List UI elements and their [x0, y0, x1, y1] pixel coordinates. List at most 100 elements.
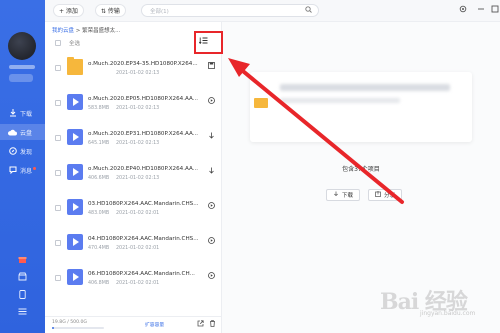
file-size: 470.4MB [88, 246, 110, 251]
list-item[interactable]: o.Much.2020.EP40.HD1080P.X264.AA... 406.… [45, 158, 222, 193]
file-meta: 2021-01-02 02:13 [88, 71, 159, 76]
message-icon [8, 166, 17, 175]
video-file-icon [67, 234, 83, 250]
breadcrumb-current: 繁荣昌盛想太... [82, 28, 121, 34]
sidebar: 下载 云盘 发现 消息 [0, 0, 45, 333]
search-icon [305, 6, 312, 15]
watermark-url: jingyan.baidu.com [420, 310, 476, 317]
breadcrumb-root[interactable]: 我的云盘 [52, 28, 74, 34]
save-icon[interactable] [207, 62, 215, 70]
sidebar-item-discover[interactable]: 发现 [0, 143, 45, 159]
folder-preview-card [250, 72, 472, 142]
share-button[interactable]: 分享 [368, 189, 403, 201]
play-circle-icon[interactable] [207, 272, 215, 280]
list-item[interactable]: o.Much.2020.EP05.HD1080P.X264.AA... 583.… [45, 88, 222, 123]
list-item[interactable]: o.Much.2020.EP34-35.HD1080P.X264... 2021… [45, 53, 222, 88]
quota-text: 19.8G / 500.0G [52, 320, 87, 325]
file-name: o.Much.2020.EP40.HD1080P.X264.AA... [88, 166, 199, 172]
row-checkbox[interactable] [55, 100, 61, 106]
download-button[interactable]: 下载 [326, 189, 361, 201]
redacted-text [280, 98, 400, 103]
file-date: 2021-01-02 02:13 [116, 176, 160, 181]
list-footer: 19.8G / 500.0G 扩容容量 [45, 316, 222, 333]
file-size: 406.8MB [88, 281, 110, 286]
row-checkbox[interactable] [55, 170, 61, 176]
row-checkbox[interactable] [55, 275, 61, 281]
video-file-icon [67, 164, 83, 180]
file-size: 483.0MB [88, 211, 110, 216]
file-name: 06.HD1080P.X264.AAC.Mandarin.CH... [88, 271, 195, 277]
toolbar: + 添加 ⇅ 传输 全部(1) [45, 0, 500, 22]
play-circle-icon[interactable] [207, 202, 215, 210]
download-icon [8, 109, 17, 118]
folder-icon [254, 98, 268, 108]
maximize-icon[interactable] [491, 5, 499, 16]
download-arrow-icon [333, 191, 339, 199]
row-checkbox[interactable] [55, 135, 61, 141]
row-checkbox[interactable] [55, 240, 61, 246]
share-label: 分享 [384, 193, 396, 199]
file-meta: 406.8MB 2021-01-02 02:01 [88, 281, 159, 286]
menu-icon[interactable] [17, 308, 27, 318]
breadcrumb: 我的云盘 > 繁荣昌盛想太... [52, 26, 120, 34]
list-item[interactable]: 04.HD1080P.X264.AAC.Mandarin.CHS... 470.… [45, 228, 222, 263]
share-icon [375, 190, 381, 199]
file-meta: 483.0MB 2021-01-02 02:01 [88, 211, 159, 216]
file-name: o.Much.2020.EP34-35.HD1080P.X264... [88, 61, 198, 67]
folder-icon [67, 57, 83, 75]
trash-icon[interactable] [209, 320, 216, 329]
phone-icon[interactable] [17, 290, 27, 300]
redacted-text [280, 84, 450, 91]
file-date: 2021-01-02 02:01 [116, 246, 160, 251]
quota-bar [52, 327, 104, 329]
file-size: 406.6MB [88, 176, 110, 181]
app-window: 下载 云盘 发现 消息 + 添加 ⇅ 传输 全部(1) 我的云盘 > 繁荣昌盛想… [0, 0, 500, 333]
search-placeholder: 全部(1) [150, 8, 169, 15]
select-all-label: 全选 [69, 41, 81, 47]
store-icon[interactable] [17, 272, 27, 282]
file-name: o.Much.2020.EP05.HD1080P.X264.AA... [88, 96, 199, 102]
annotation-highlight-box [194, 31, 223, 54]
file-size: 645.1MB [88, 141, 110, 146]
add-button[interactable]: + 添加 [53, 4, 84, 17]
download-label: 下载 [342, 193, 354, 199]
download-arrow-icon[interactable] [207, 167, 215, 175]
row-checkbox[interactable] [55, 65, 61, 71]
list-item[interactable]: o.Much.2020.EP31.HD1080P.X264.AA... 645.… [45, 123, 222, 158]
vip-badge[interactable] [9, 74, 33, 82]
file-meta: 470.4MB 2021-01-02 02:01 [88, 246, 159, 251]
settings-icon[interactable] [459, 5, 467, 16]
minimize-icon[interactable] [477, 5, 485, 16]
file-date: 2021-01-02 02:13 [116, 71, 160, 76]
avatar[interactable] [8, 32, 36, 60]
external-link-icon[interactable] [197, 320, 204, 329]
sidebar-item-download[interactable]: 下载 [0, 105, 45, 121]
list-item[interactable]: 03.HD1080P.X264.AAC.Mandarin.CHS... 483.… [45, 193, 222, 228]
sidebar-item-label: 消息 [20, 167, 33, 175]
download-arrow-icon[interactable] [207, 132, 215, 140]
sidebar-item-label: 发现 [20, 148, 33, 156]
file-name: o.Much.2020.EP31.HD1080P.X264.AA... [88, 131, 199, 137]
sidebar-item-message[interactable]: 消息 [0, 162, 45, 178]
play-circle-icon[interactable] [207, 237, 215, 245]
file-meta: 406.6MB 2021-01-02 02:13 [88, 176, 159, 181]
search-input[interactable]: 全部(1) [141, 4, 319, 17]
expand-capacity-link[interactable]: 扩容容量 [145, 321, 164, 328]
sidebar-item-label: 云盘 [20, 129, 33, 137]
row-checkbox[interactable] [55, 205, 61, 211]
file-name: 03.HD1080P.X264.AAC.Mandarin.CHS... [88, 201, 199, 207]
select-all[interactable]: 全选 [55, 39, 80, 47]
username-placeholder [9, 65, 35, 69]
play-circle-icon[interactable] [207, 97, 215, 105]
list-item[interactable]: 06.HD1080P.X264.AAC.Mandarin.CH... 406.8… [45, 263, 222, 298]
quota-fill [52, 327, 55, 329]
select-all-checkbox[interactable] [55, 40, 61, 46]
cloud-icon [8, 128, 17, 137]
transfer-button[interactable]: ⇅ 传输 [95, 4, 126, 17]
sidebar-item-cloud[interactable]: 云盘 [0, 124, 45, 140]
gift-icon[interactable] [17, 255, 27, 265]
video-file-icon [67, 269, 83, 285]
file-meta: 583.8MB 2021-01-02 02:13 [88, 106, 159, 111]
video-file-icon [67, 94, 83, 110]
file-meta: 645.1MB 2021-01-02 02:13 [88, 141, 159, 146]
